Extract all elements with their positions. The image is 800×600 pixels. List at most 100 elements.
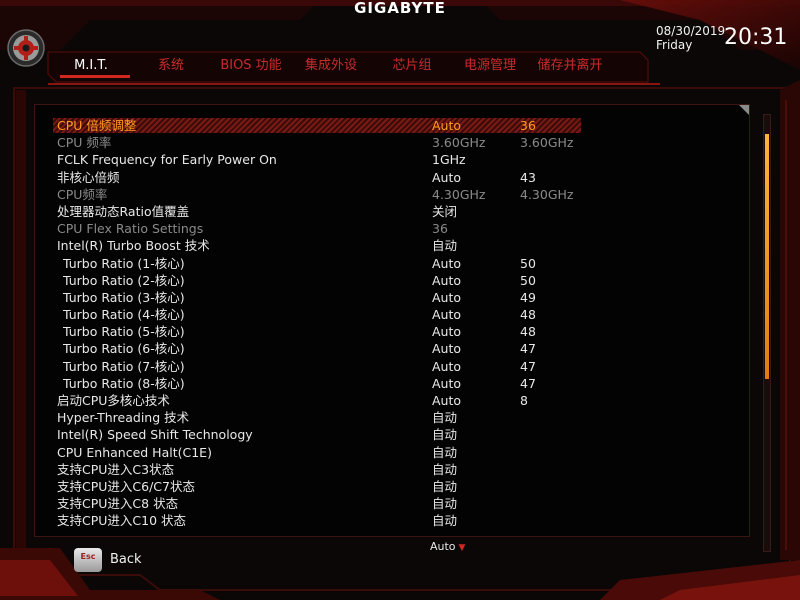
setting-current-value: 8 bbox=[520, 393, 528, 408]
setting-row-turbo-ratio-1[interactable]: Turbo Ratio (1-核心) Auto 50 bbox=[57, 255, 747, 272]
setting-value: 自动 bbox=[432, 444, 458, 460]
setting-row-uncore-frequency: CPU频率 4.30GHz 4.30GHz bbox=[57, 186, 747, 203]
setting-row-turbo-ratio-2[interactable]: Turbo Ratio (2-核心) Auto 50 bbox=[57, 272, 747, 289]
setting-row-turbo-ratio-5[interactable]: Turbo Ratio (5-核心) Auto 48 bbox=[57, 323, 747, 340]
setting-value: 4.30GHz bbox=[432, 186, 486, 202]
setting-value: 自动 bbox=[432, 513, 458, 529]
setting-row-cpu-ratio[interactable]: CPU 倍频调整 Auto 36 bbox=[53, 117, 747, 134]
scrollbar-thumb[interactable] bbox=[765, 134, 769, 379]
tab-save-exit[interactable]: 储存并离开 bbox=[528, 56, 612, 76]
setting-current-value: 47 bbox=[520, 375, 536, 391]
setting-current-value: 3.60GHz bbox=[520, 135, 574, 151]
setting-value: Auto bbox=[432, 375, 462, 391]
setting-label: Turbo Ratio (3-核心) bbox=[63, 289, 185, 305]
setting-value: 自动 bbox=[432, 478, 458, 494]
setting-label: CPU 频率 bbox=[57, 135, 112, 151]
setting-row-turbo-ratio-6[interactable]: Turbo Ratio (6-核心) Auto 47 bbox=[57, 340, 747, 357]
tab-mit[interactable]: M.I.T. bbox=[52, 56, 130, 76]
date-display: 08/30/2019 Friday bbox=[656, 24, 725, 52]
setting-value: 3.60GHz bbox=[432, 135, 486, 151]
setting-row-uncore-ratio[interactable]: 非核心倍频 Auto 43 bbox=[57, 169, 747, 186]
day-text: Friday bbox=[656, 38, 693, 52]
setting-current-value: 47 bbox=[520, 358, 536, 374]
setting-label: CPU频率 bbox=[57, 186, 108, 202]
setting-value: 关闭 bbox=[432, 203, 458, 219]
setting-label: CPU Enhanced Halt(C1E) bbox=[57, 444, 212, 460]
setting-label: Turbo Ratio (1-核心) bbox=[63, 255, 185, 271]
scroll-hint-text: Auto bbox=[430, 540, 456, 553]
main-tabs: M.I.T. 系统 BIOS 功能 集成外设 芯片组 电源管理 储存并离开 bbox=[52, 56, 612, 76]
setting-value: Auto bbox=[432, 118, 462, 133]
setting-label: Turbo Ratio (2-核心) bbox=[63, 272, 185, 288]
setting-value: Auto bbox=[432, 393, 462, 408]
settings-list: CPU 倍频调整 Auto 36 CPU 频率 3.60GHz 3.60GHz … bbox=[53, 117, 747, 530]
setting-label: Turbo Ratio (8-核心) bbox=[63, 375, 185, 391]
setting-current-value: 48 bbox=[520, 307, 536, 323]
setting-label: 支持CPU进入C6/C7状态 bbox=[57, 478, 195, 494]
tab-power-management[interactable]: 电源管理 bbox=[452, 56, 528, 76]
gear-icon bbox=[7, 29, 45, 67]
setting-row-c10-state[interactable]: 支持CPU进入C10 状态 自动 bbox=[57, 512, 747, 529]
setting-row-c6-c7-state[interactable]: 支持CPU进入C6/C7状态 自动 bbox=[57, 478, 747, 495]
setting-row-flex-ratio: CPU Flex Ratio Settings 36 bbox=[57, 220, 747, 237]
setting-label: CPU 倍频调整 bbox=[57, 118, 137, 133]
setting-row-c1e[interactable]: CPU Enhanced Halt(C1E) 自动 bbox=[57, 444, 747, 461]
setting-label: 支持CPU进入C3状态 bbox=[57, 461, 175, 477]
setting-row-c8-state[interactable]: 支持CPU进入C8 状态 自动 bbox=[57, 495, 747, 512]
setting-label: Turbo Ratio (7-核心) bbox=[63, 358, 185, 374]
setting-current-value: 4.30GHz bbox=[520, 186, 574, 202]
setting-row-fclk[interactable]: FCLK Frequency for Early Power On 1GHz bbox=[57, 151, 747, 168]
setting-label: FCLK Frequency for Early Power On bbox=[57, 152, 277, 168]
setting-current-value: 48 bbox=[520, 324, 536, 340]
active-tab-indicator bbox=[60, 75, 130, 78]
setting-label: Intel(R) Turbo Boost 技术 bbox=[57, 238, 210, 254]
setting-label: Hyper-Threading 技术 bbox=[57, 410, 190, 426]
setting-row-turbo-boost[interactable]: Intel(R) Turbo Boost 技术 自动 bbox=[57, 237, 747, 254]
setting-current-value: 43 bbox=[520, 169, 536, 185]
settings-panel: CPU 倍频调整 Auto 36 CPU 频率 3.60GHz 3.60GHz … bbox=[34, 104, 750, 537]
setting-value: 自动 bbox=[432, 410, 458, 426]
setting-label: 支持CPU进入C8 状态 bbox=[57, 496, 179, 512]
setting-row-dynamic-ratio-override[interactable]: 处理器动态Ratio值覆盖 关闭 bbox=[57, 203, 747, 220]
setting-label: 启动CPU多核心技术 bbox=[57, 393, 170, 408]
setting-current-value: 50 bbox=[520, 272, 536, 288]
setting-value: 自动 bbox=[432, 427, 458, 443]
setting-label: Turbo Ratio (5-核心) bbox=[63, 324, 185, 340]
setting-label: Intel(R) Speed Shift Technology bbox=[57, 427, 253, 443]
back-button[interactable]: Back bbox=[110, 552, 142, 567]
scroll-more-hint: Auto ▼ bbox=[430, 540, 465, 553]
setting-row-active-cores[interactable]: 启动CPU多核心技术 Auto 8 bbox=[57, 392, 747, 409]
clock-time: 20:31 bbox=[724, 25, 788, 50]
setting-row-turbo-ratio-8[interactable]: Turbo Ratio (8-核心) Auto 47 bbox=[57, 375, 747, 392]
setting-current-value: 47 bbox=[520, 341, 536, 357]
setting-label: 处理器动态Ratio值覆盖 bbox=[57, 203, 190, 219]
tab-bios-features[interactable]: BIOS 功能 bbox=[212, 56, 290, 76]
setting-value: Auto bbox=[432, 289, 462, 305]
setting-value: Auto bbox=[432, 169, 462, 185]
setting-value: 自动 bbox=[432, 238, 458, 254]
setting-row-turbo-ratio-7[interactable]: Turbo Ratio (7-核心) Auto 47 bbox=[57, 358, 747, 375]
setting-row-c3-state[interactable]: 支持CPU进入C3状态 自动 bbox=[57, 461, 747, 478]
setting-value: Auto bbox=[432, 307, 462, 323]
setting-row-speed-shift[interactable]: Intel(R) Speed Shift Technology 自动 bbox=[57, 426, 747, 443]
tab-system[interactable]: 系统 bbox=[130, 56, 212, 76]
setting-current-value: 50 bbox=[520, 255, 536, 271]
setting-row-turbo-ratio-3[interactable]: Turbo Ratio (3-核心) Auto 49 bbox=[57, 289, 747, 306]
brand-logo: GIGABYTE bbox=[354, 0, 446, 17]
setting-value: Auto bbox=[432, 255, 462, 271]
tab-chipset[interactable]: 芯片组 bbox=[372, 56, 452, 76]
setting-value: Auto bbox=[432, 324, 462, 340]
setting-current-value: 36 bbox=[520, 118, 536, 133]
setting-value: 自动 bbox=[432, 496, 458, 512]
setting-value: 1GHz bbox=[432, 152, 466, 168]
setting-label: Turbo Ratio (6-核心) bbox=[63, 341, 185, 357]
setting-row-turbo-ratio-4[interactable]: Turbo Ratio (4-核心) Auto 48 bbox=[57, 306, 747, 323]
panel-corner-marker bbox=[739, 105, 749, 115]
setting-row-hyper-threading[interactable]: Hyper-Threading 技术 自动 bbox=[57, 409, 747, 426]
setting-value: Auto bbox=[432, 358, 462, 374]
setting-label: 非核心倍频 bbox=[57, 169, 120, 185]
date-text: 08/30/2019 bbox=[656, 24, 726, 38]
esc-key-icon[interactable]: Esc bbox=[74, 548, 102, 572]
tab-peripherals[interactable]: 集成外设 bbox=[290, 56, 372, 76]
setting-current-value: 49 bbox=[520, 289, 536, 305]
